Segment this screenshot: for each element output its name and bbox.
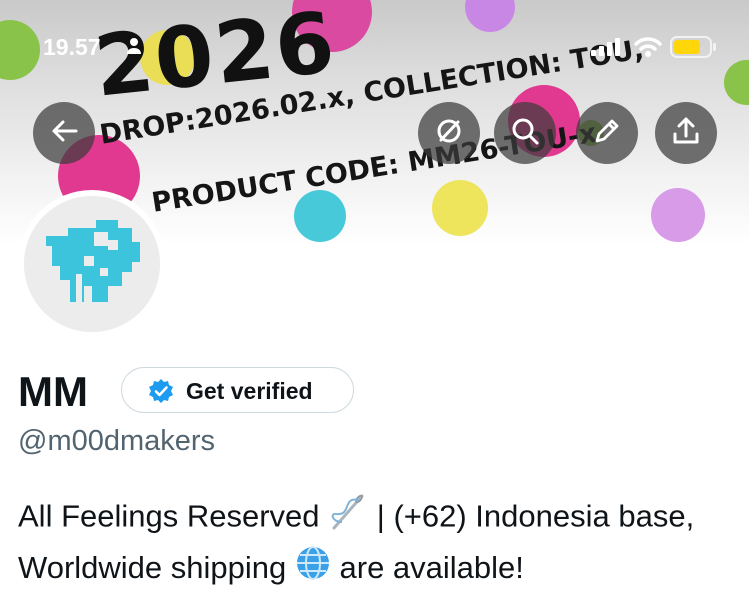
search-button[interactable] [494,102,556,164]
edit-icon [592,116,622,151]
profile-bio: All Feelings Reserved | (+62) Indonesia … [18,492,738,594]
profile-handle: @m00dmakers [18,425,216,457]
edit-button[interactable] [576,102,638,164]
status-bar: 19.57 [0,0,749,80]
share-button[interactable] [655,102,717,164]
globe-icon [295,545,331,594]
bio-text-part3: are available! [339,550,524,585]
share-icon [671,116,701,151]
needle-thread-icon [328,492,368,545]
avatar-image [24,196,160,332]
banner-dot [432,180,488,236]
person-icon [126,37,142,60]
get-verified-label: Get verified [186,378,313,404]
grok-button[interactable] [418,102,480,164]
arrow-left-icon [50,119,78,148]
avatar[interactable] [18,190,166,338]
battery-icon [670,35,718,64]
bio-text-part1: All Feelings Reserved [18,498,320,534]
banner-dot [294,190,346,242]
get-verified-button[interactable]: Get verified [121,367,354,413]
grok-icon [434,116,464,151]
verified-badge-icon [148,378,174,409]
display-name: MM [18,368,88,415]
back-button[interactable] [33,102,95,164]
status-time: 19.57 [43,34,101,60]
wifi-icon [634,36,662,63]
banner-dot [651,188,705,242]
search-icon [510,116,540,151]
signal-icon [591,38,623,61]
